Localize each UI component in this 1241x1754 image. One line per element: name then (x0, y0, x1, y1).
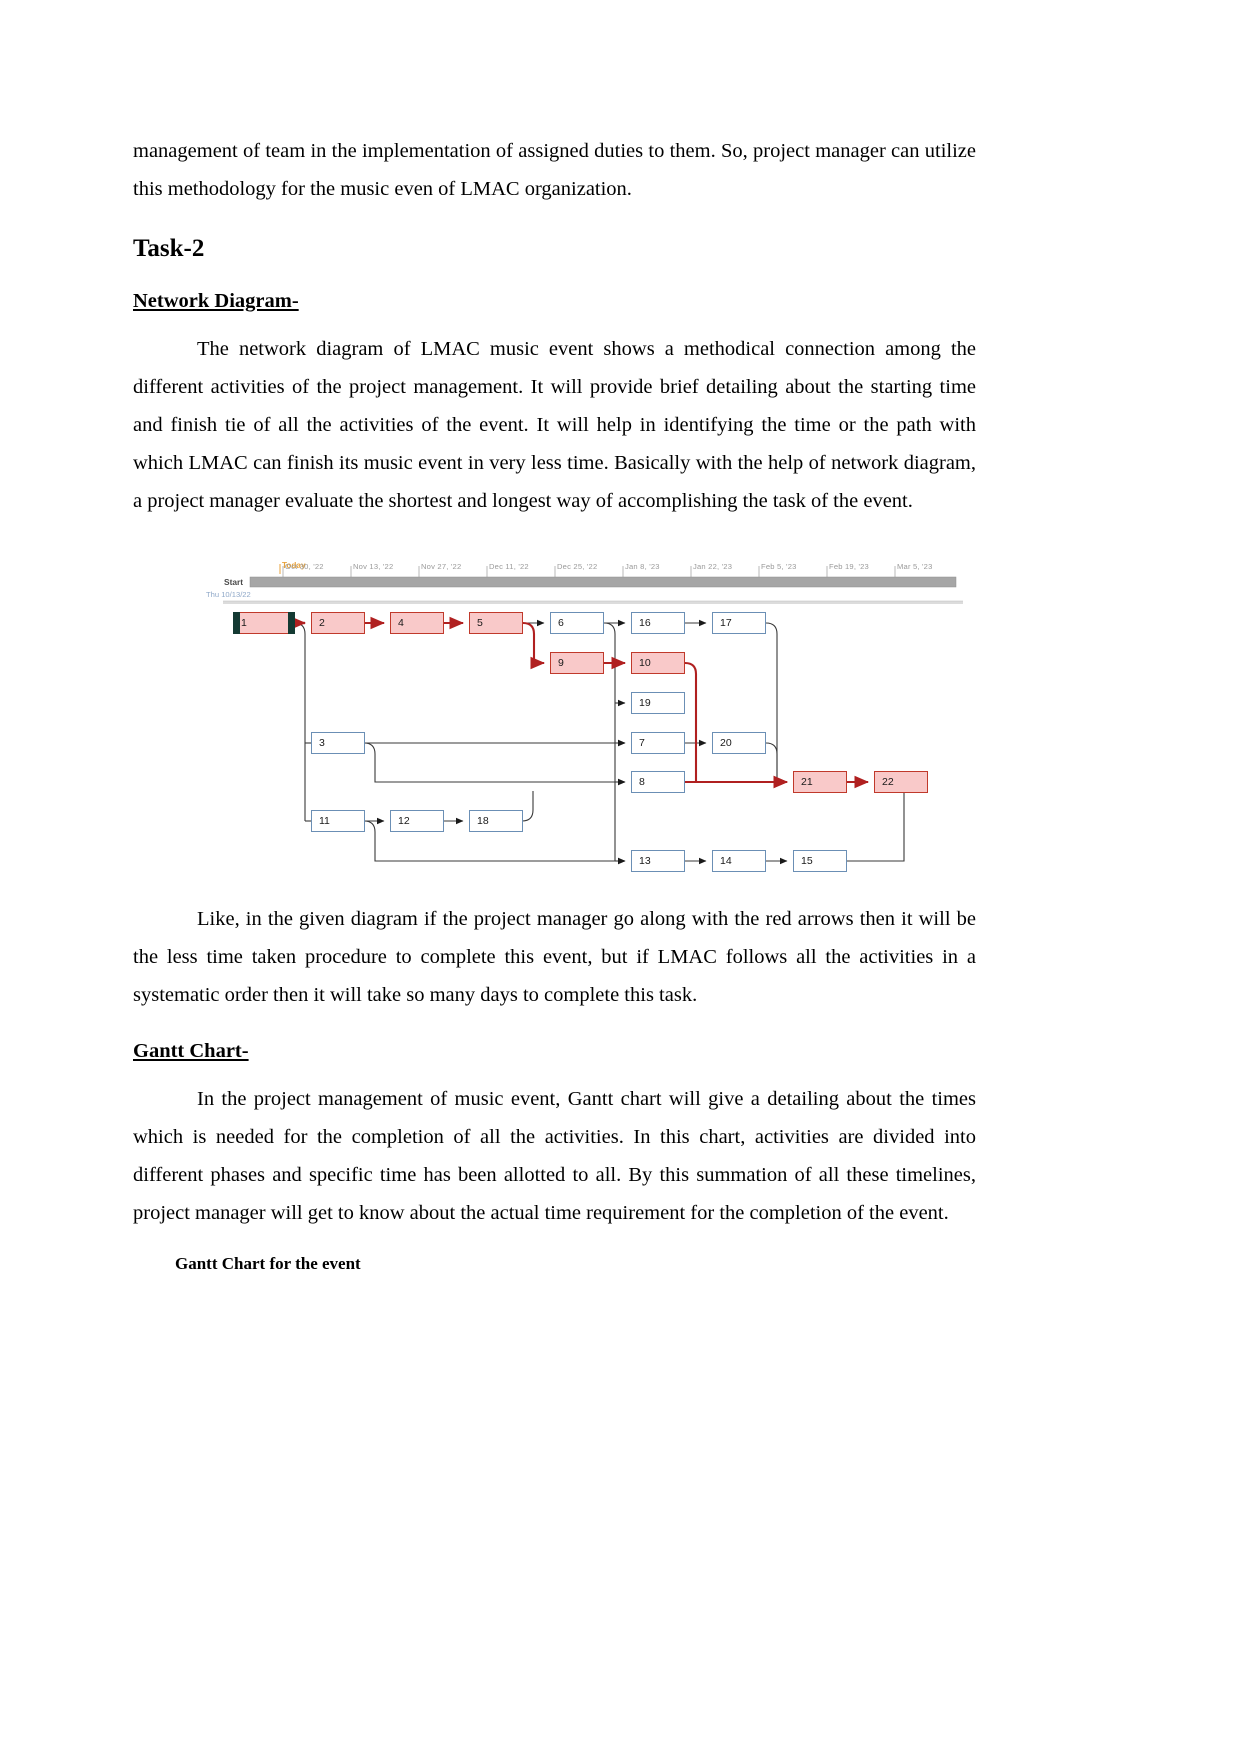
network-node-5-label: 5 (477, 616, 483, 629)
network-node-8-label: 8 (639, 775, 645, 788)
milestone-cap-right (288, 612, 295, 634)
network-node-1-label: 1 (241, 616, 247, 629)
paragraph-after-diagram: Like, in the given diagram if the projec… (133, 908, 976, 1006)
network-node-18[interactable]: 18 (469, 810, 523, 832)
timeline-tick-7: Feb 5, '23 (761, 562, 797, 571)
network-node-3[interactable]: 3 (311, 732, 365, 754)
paragraph-network-diagram: The network diagram of LMAC music event … (133, 338, 976, 512)
network-node-21[interactable]: 21 (793, 771, 847, 793)
network-node-9-label: 9 (558, 656, 564, 669)
network-node-1[interactable]: 1 (233, 612, 295, 634)
network-node-16[interactable]: 16 (631, 612, 685, 634)
network-node-3-label: 3 (319, 736, 325, 749)
timeline-tick-9: Mar 5, '23 (897, 562, 933, 571)
timeline-tick-6: Jan 22, '23 (693, 562, 733, 571)
network-node-13-label: 13 (639, 854, 651, 867)
document-page: management of team in the implementation… (0, 0, 1241, 1754)
timeline-start-label: Start (224, 577, 244, 587)
page-title-task-2: Task-2 (133, 235, 205, 262)
network-node-2-label: 2 (319, 616, 325, 629)
paragraph-intro: management of team in the implementation… (133, 140, 976, 200)
network-node-6[interactable]: 6 (550, 612, 604, 634)
network-node-11[interactable]: 11 (311, 810, 365, 832)
network-node-18-label: 18 (477, 814, 489, 827)
network-node-22[interactable]: 22 (874, 771, 928, 793)
timeline-tick-4: Dec 25, '22 (557, 562, 598, 571)
network-node-19[interactable]: 19 (631, 692, 685, 714)
network-node-7[interactable]: 7 (631, 732, 685, 754)
document-content: management of team in the implementation… (133, 132, 976, 1274)
timeline-tick-8: Feb 19, '23 (829, 562, 869, 571)
network-node-14-label: 14 (720, 854, 732, 867)
network-node-15-label: 15 (801, 854, 813, 867)
timeline-tick-5: Jan 8, '23 (625, 562, 660, 571)
network-node-9[interactable]: 9 (550, 652, 604, 674)
timeline-start-date: Thu 10/13/22 (206, 590, 251, 599)
network-node-22-label: 22 (882, 775, 894, 788)
network-node-17[interactable]: 17 (712, 612, 766, 634)
network-node-13[interactable]: 13 (631, 850, 685, 872)
network-node-2[interactable]: 2 (311, 612, 365, 634)
timeline-tick-0: Oct 30, '22 (285, 562, 324, 571)
network-node-5[interactable]: 5 (469, 612, 523, 634)
network-node-6-label: 6 (558, 616, 564, 629)
network-node-20[interactable]: 20 (712, 732, 766, 754)
network-node-19-label: 19 (639, 696, 651, 709)
network-node-10[interactable]: 10 (631, 652, 685, 674)
network-node-7-label: 7 (639, 736, 645, 749)
network-node-14[interactable]: 14 (712, 850, 766, 872)
network-diagram-figure: Today Start Thu 10/13/22 Oct 30, '22 Nov… (206, 560, 963, 872)
network-node-21-label: 21 (801, 775, 813, 788)
timeline-tick-2: Nov 27, '22 (421, 562, 462, 571)
network-node-10-label: 10 (639, 656, 651, 669)
milestone-cap-left (233, 612, 240, 634)
timeline-tick-3: Dec 11, '22 (489, 562, 529, 571)
network-node-8[interactable]: 8 (631, 771, 685, 793)
network-node-15[interactable]: 15 (793, 850, 847, 872)
network-node-4[interactable]: 4 (390, 612, 444, 634)
network-node-20-label: 20 (720, 736, 732, 749)
heading-gantt-chart: Gantt Chart- (133, 1040, 249, 1062)
network-node-17-label: 17 (720, 616, 732, 629)
network-node-12-label: 12 (398, 814, 410, 827)
network-node-4-label: 4 (398, 616, 404, 629)
timeline-tick-1: Nov 13, '22 (353, 562, 394, 571)
figure-caption-gantt: Gantt Chart for the event (175, 1254, 361, 1273)
network-node-12[interactable]: 12 (390, 810, 444, 832)
paragraph-gantt-chart: In the project management of music event… (133, 1088, 976, 1224)
network-node-16-label: 16 (639, 616, 651, 629)
network-node-11-label: 11 (319, 814, 330, 827)
heading-network-diagram: Network Diagram- (133, 290, 299, 312)
